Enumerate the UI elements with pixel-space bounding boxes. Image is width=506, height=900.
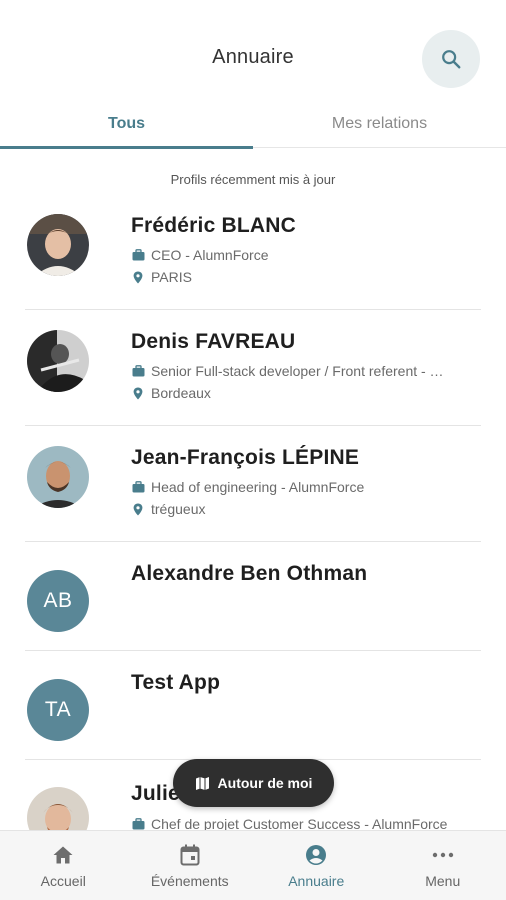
avatar — [27, 330, 89, 392]
profile-name: Jean-François LÉPINE — [131, 446, 360, 469]
app-header: Annuaire — [0, 0, 506, 118]
list-item[interactable]: Denis FAVREAU Senior Full-stack develope… — [0, 310, 506, 426]
profile-job: Head of engineering - AlumnForce — [131, 479, 364, 495]
around-me-label: Autour de moi — [217, 775, 313, 791]
profile-name: Frédéric BLANC — [131, 214, 296, 237]
profile-name: Denis FAVREAU — [131, 330, 296, 353]
profile-name: Alexandre Ben Othman — [131, 562, 368, 585]
briefcase-icon — [131, 481, 145, 493]
avatar — [27, 446, 89, 508]
list-item[interactable]: TA Test App — [0, 651, 506, 760]
nav-item-menu[interactable]: Menu — [380, 831, 506, 900]
location-pin-icon — [131, 387, 145, 400]
account-circle-icon — [305, 843, 327, 867]
profile-location: PARIS — [131, 269, 192, 285]
list-item[interactable]: Frédéric BLANC CEO - AlumnForce PARIS — [0, 194, 506, 310]
tab-bar: Tous Mes relations — [0, 104, 506, 149]
profile-job: CEO - AlumnForce — [131, 247, 268, 263]
bottom-nav: Accueil Événements Annuaire Menu — [0, 830, 506, 900]
map-icon — [195, 776, 210, 791]
nav-item-accueil[interactable]: Accueil — [0, 831, 127, 900]
home-icon — [52, 843, 74, 867]
calendar-icon — [180, 843, 200, 867]
tab-mes-relations[interactable]: Mes relations — [253, 104, 506, 148]
avatar — [27, 214, 89, 276]
profile-location: Bordeaux — [131, 385, 211, 401]
briefcase-icon — [131, 249, 145, 261]
nav-item-annuaire[interactable]: Annuaire — [253, 831, 380, 900]
profile-name: Test App — [131, 671, 221, 694]
search-button[interactable] — [422, 30, 480, 88]
nav-item-evenements[interactable]: Événements — [127, 831, 254, 900]
list-item[interactable]: AB Alexandre Ben Othman — [0, 542, 506, 651]
search-icon — [442, 50, 461, 69]
profile-job: Senior Full-stack developer / Front refe… — [131, 363, 481, 379]
profile-location: trégueux — [131, 501, 205, 517]
around-me-button[interactable]: Autour de moi — [173, 759, 334, 807]
briefcase-icon — [131, 818, 145, 830]
avatar-initials: AB — [27, 570, 89, 632]
tab-tous[interactable]: Tous — [0, 104, 253, 149]
list-item[interactable]: Jean-François LÉPINE Head of engineering… — [0, 426, 506, 542]
section-caption: Profils récemment mis à jour — [170, 172, 336, 187]
location-pin-icon — [131, 271, 145, 284]
more-dots-icon — [432, 843, 454, 867]
avatar-initials: TA — [27, 679, 89, 741]
location-pin-icon — [131, 503, 145, 516]
briefcase-icon — [131, 365, 145, 377]
